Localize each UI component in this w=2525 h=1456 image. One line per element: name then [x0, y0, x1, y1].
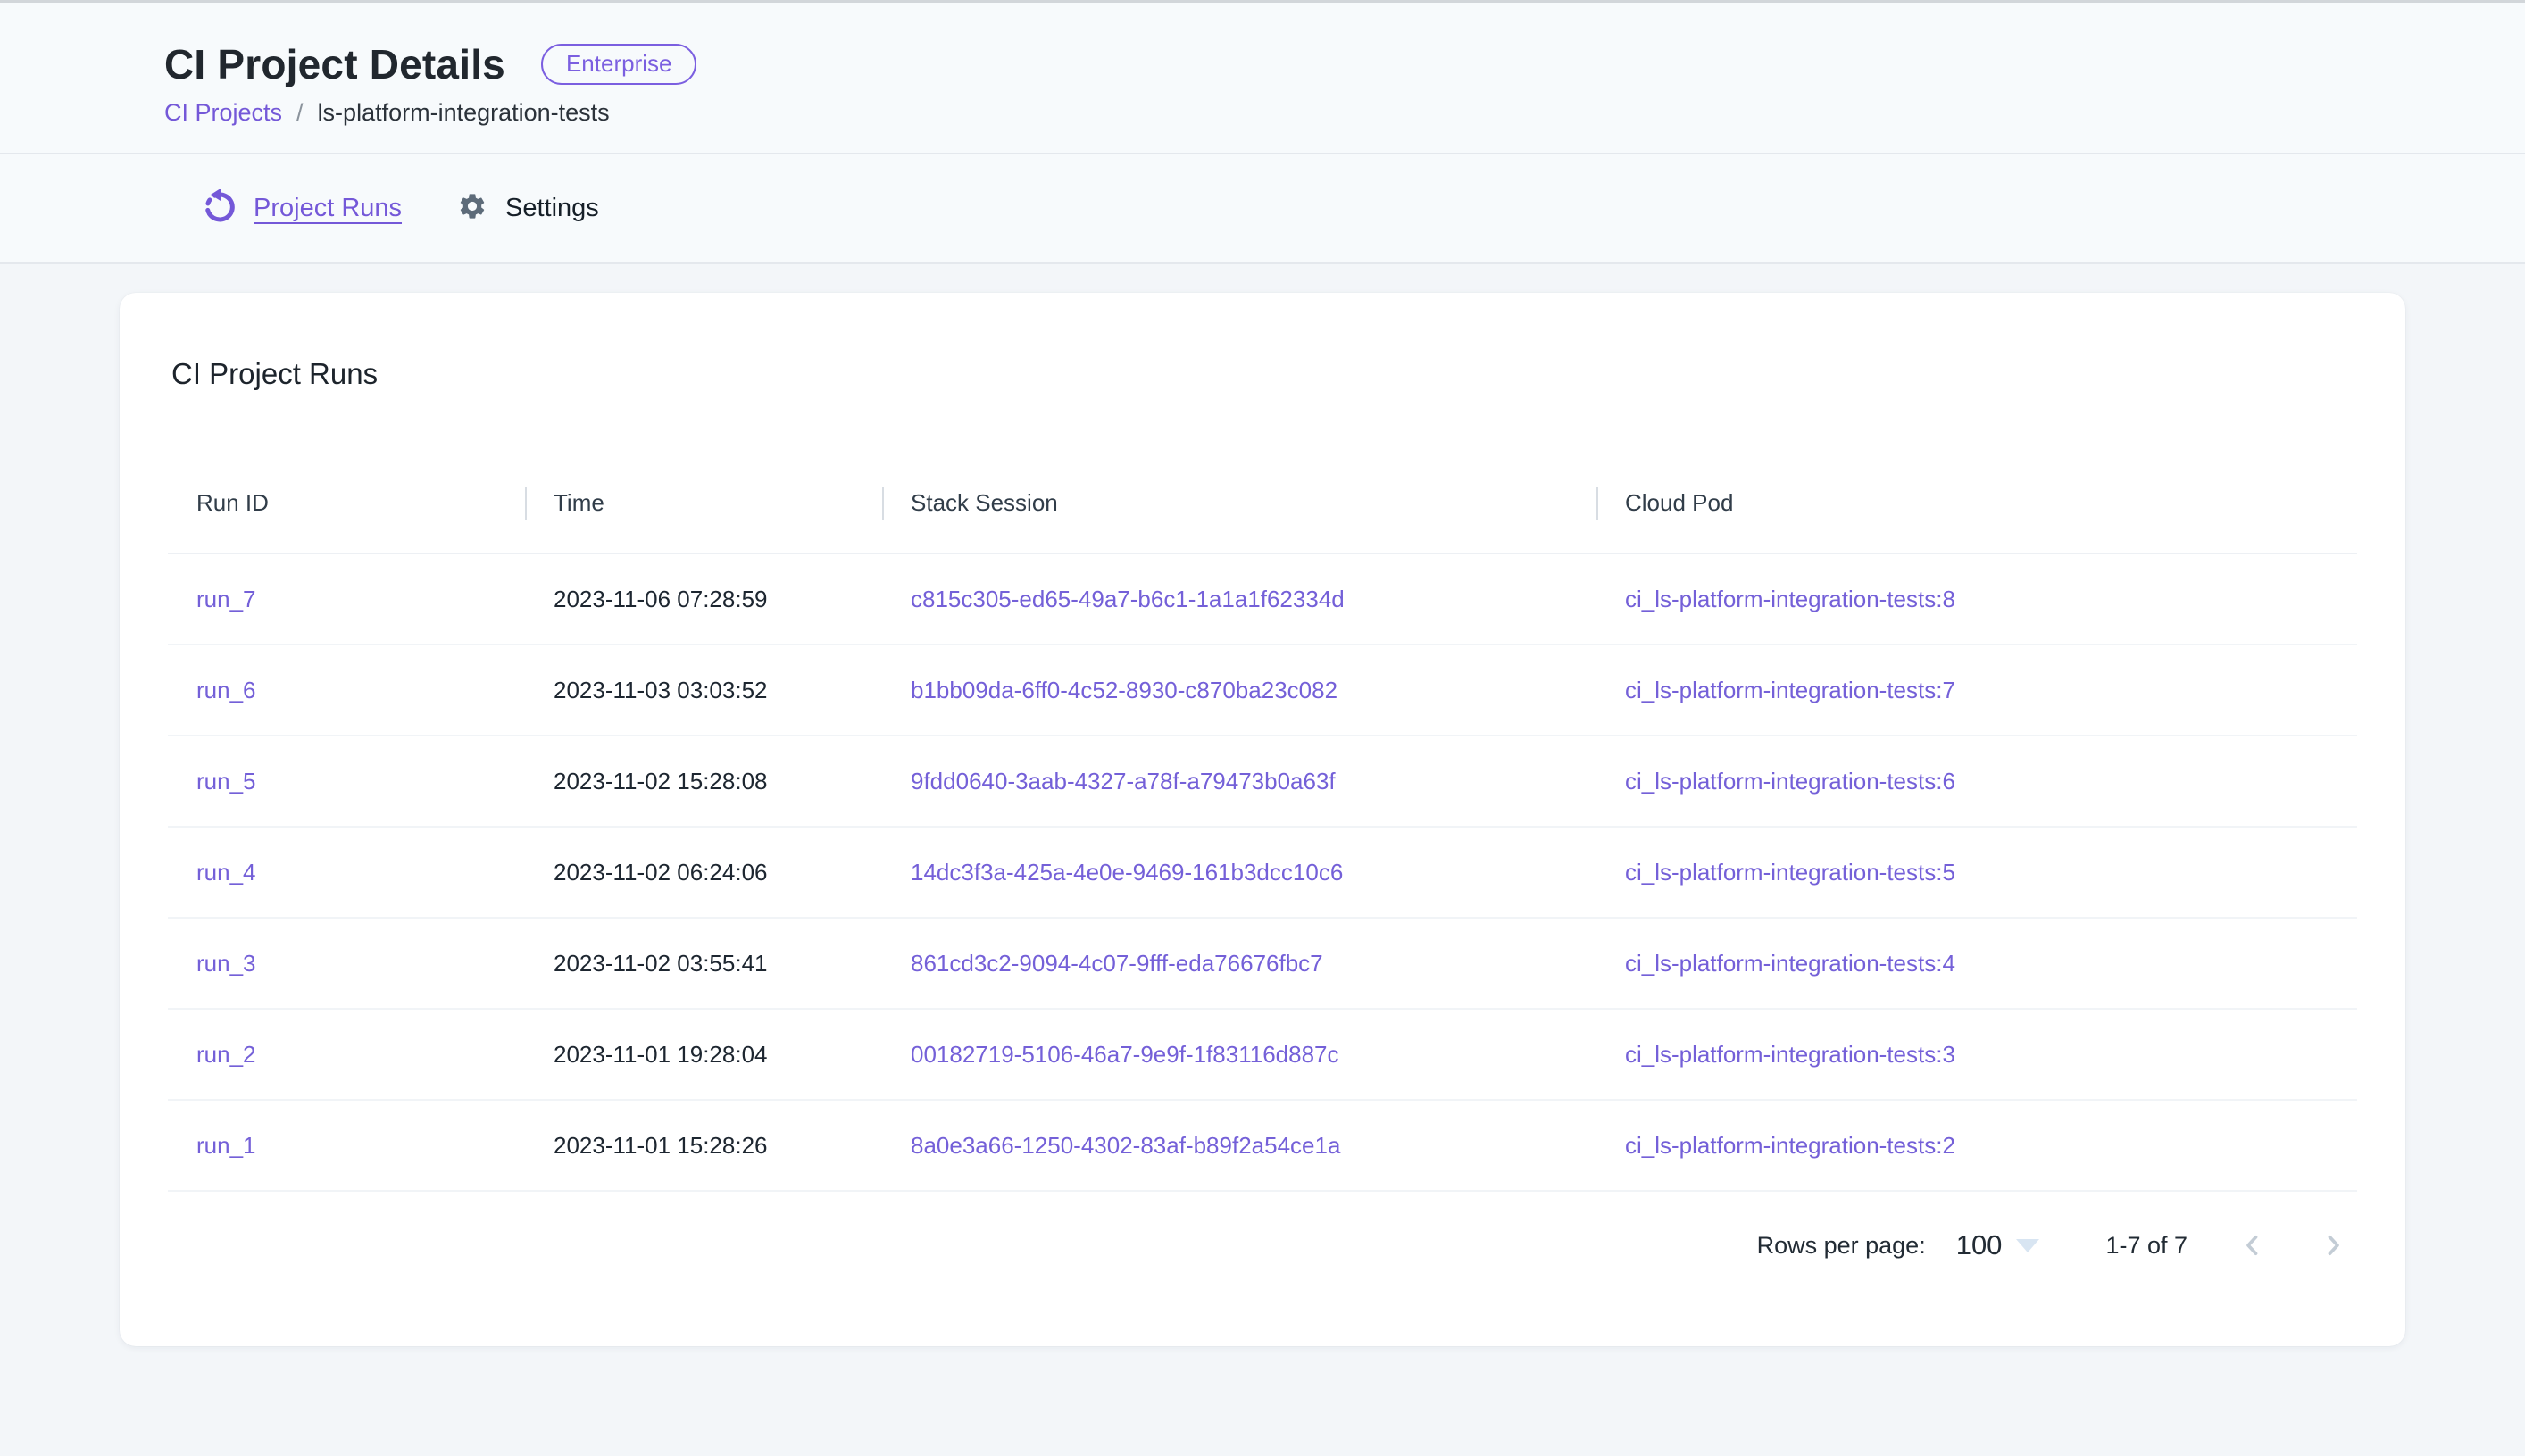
- table-row: run_5 2023-11-02 15:28:08 9fdd0640-3aab-…: [168, 736, 2357, 827]
- stack-session-link[interactable]: 861cd3c2-9094-4c07-9fff-eda76676fbc7: [911, 950, 1323, 977]
- stack-session-link[interactable]: c815c305-ed65-49a7-b6c1-1a1a1f62334d: [911, 586, 1345, 612]
- run-time-cell: 2023-11-02 06:24:06: [525, 827, 882, 918]
- chevron-right-icon: [2318, 1230, 2348, 1260]
- run-id-link[interactable]: run_3: [196, 950, 256, 977]
- stack-session-link[interactable]: 14dc3f3a-425a-4e0e-9469-161b3dcc10c6: [911, 859, 1343, 886]
- runs-table: Run ID Time Stack Session Cloud Pod run_…: [168, 453, 2357, 1192]
- table-row: run_4 2023-11-02 06:24:06 14dc3f3a-425a-…: [168, 827, 2357, 918]
- table-row: run_3 2023-11-02 03:55:41 861cd3c2-9094-…: [168, 918, 2357, 1009]
- ci-project-runs-card: CI Project Runs Run ID Time Stack Sessio…: [120, 293, 2405, 1346]
- card-title: CI Project Runs: [171, 357, 2357, 391]
- table-row: run_2 2023-11-01 19:28:04 00182719-5106-…: [168, 1009, 2357, 1100]
- page-title: CI Project Details: [164, 40, 505, 88]
- pagination-bar: Rows per page: 100 1-7 of 7: [168, 1219, 2357, 1272]
- cloud-pod-link[interactable]: ci_ls-platform-integration-tests:4: [1625, 950, 1955, 977]
- cloud-pod-link[interactable]: ci_ls-platform-integration-tests:3: [1625, 1041, 1955, 1068]
- table-row: run_6 2023-11-03 03:03:52 b1bb09da-6ff0-…: [168, 645, 2357, 736]
- breadcrumb-ci-projects-link[interactable]: CI Projects: [164, 99, 282, 127]
- run-time-cell: 2023-11-06 07:28:59: [525, 553, 882, 645]
- run-id-link[interactable]: run_2: [196, 1041, 256, 1068]
- cloud-pod-link[interactable]: ci_ls-platform-integration-tests:8: [1625, 586, 1955, 612]
- enterprise-badge: Enterprise: [541, 44, 697, 86]
- run-time-cell: 2023-11-02 15:28:08: [525, 736, 882, 827]
- run-id-link[interactable]: run_6: [196, 677, 256, 703]
- cloud-pod-link[interactable]: ci_ls-platform-integration-tests:2: [1625, 1132, 1955, 1159]
- tab-bar: Project Runs Settings: [0, 154, 2525, 264]
- column-header-time: Time: [525, 453, 882, 553]
- rows-per-page-select[interactable]: 100: [1956, 1229, 2003, 1261]
- run-time-cell: 2023-11-02 03:55:41: [525, 918, 882, 1009]
- stack-session-link[interactable]: 9fdd0640-3aab-4327-a78f-a79473b0a63f: [911, 768, 1336, 795]
- breadcrumb: CI Projects / ls-platform-integration-te…: [164, 99, 2525, 127]
- breadcrumb-separator: /: [296, 99, 304, 127]
- table-row: run_1 2023-11-01 15:28:26 8a0e3a66-1250-…: [168, 1100, 2357, 1191]
- previous-page-button[interactable]: [2238, 1230, 2268, 1260]
- run-id-link[interactable]: run_1: [196, 1132, 256, 1159]
- cloud-pod-link[interactable]: ci_ls-platform-integration-tests:5: [1625, 859, 1955, 886]
- page-header: CI Project Details Enterprise CI Project…: [0, 3, 2525, 154]
- rows-per-page-label: Rows per page:: [1757, 1232, 1926, 1260]
- circular-arrow-icon: [202, 189, 236, 228]
- run-time-cell: 2023-11-01 15:28:26: [525, 1100, 882, 1191]
- table-row: run_7 2023-11-06 07:28:59 c815c305-ed65-…: [168, 553, 2357, 645]
- caret-down-icon[interactable]: [2016, 1239, 2039, 1252]
- breadcrumb-current: ls-platform-integration-tests: [318, 99, 610, 127]
- next-page-button[interactable]: [2318, 1230, 2348, 1260]
- run-time-cell: 2023-11-01 19:28:04: [525, 1009, 882, 1100]
- stack-session-link[interactable]: 00182719-5106-46a7-9e9f-1f83116d887c: [911, 1041, 1339, 1068]
- chevron-left-icon: [2238, 1230, 2268, 1260]
- main-content: CI Project Runs Run ID Time Stack Sessio…: [0, 264, 2525, 1456]
- column-header-run-id: Run ID: [168, 453, 525, 553]
- tab-settings[interactable]: Settings: [457, 191, 599, 226]
- column-header-stack-session: Stack Session: [882, 453, 1596, 553]
- tab-project-runs-label: Project Runs: [254, 194, 402, 223]
- stack-session-link[interactable]: 8a0e3a66-1250-4302-83af-b89f2a54ce1a: [911, 1132, 1340, 1159]
- cloud-pod-link[interactable]: ci_ls-platform-integration-tests:6: [1625, 768, 1955, 795]
- table-header-row: Run ID Time Stack Session Cloud Pod: [168, 453, 2357, 553]
- run-time-cell: 2023-11-03 03:03:52: [525, 645, 882, 736]
- tab-project-runs[interactable]: Project Runs: [202, 189, 402, 228]
- tab-settings-label: Settings: [505, 194, 599, 223]
- run-id-link[interactable]: run_5: [196, 768, 256, 795]
- gear-icon: [457, 191, 488, 226]
- run-id-link[interactable]: run_7: [196, 586, 256, 612]
- run-id-link[interactable]: run_4: [196, 859, 256, 886]
- cloud-pod-link[interactable]: ci_ls-platform-integration-tests:7: [1625, 677, 1955, 703]
- pagination-range: 1-7 of 7: [2105, 1232, 2188, 1260]
- column-header-cloud-pod: Cloud Pod: [1596, 453, 2357, 553]
- stack-session-link[interactable]: b1bb09da-6ff0-4c52-8930-c870ba23c082: [911, 677, 1338, 703]
